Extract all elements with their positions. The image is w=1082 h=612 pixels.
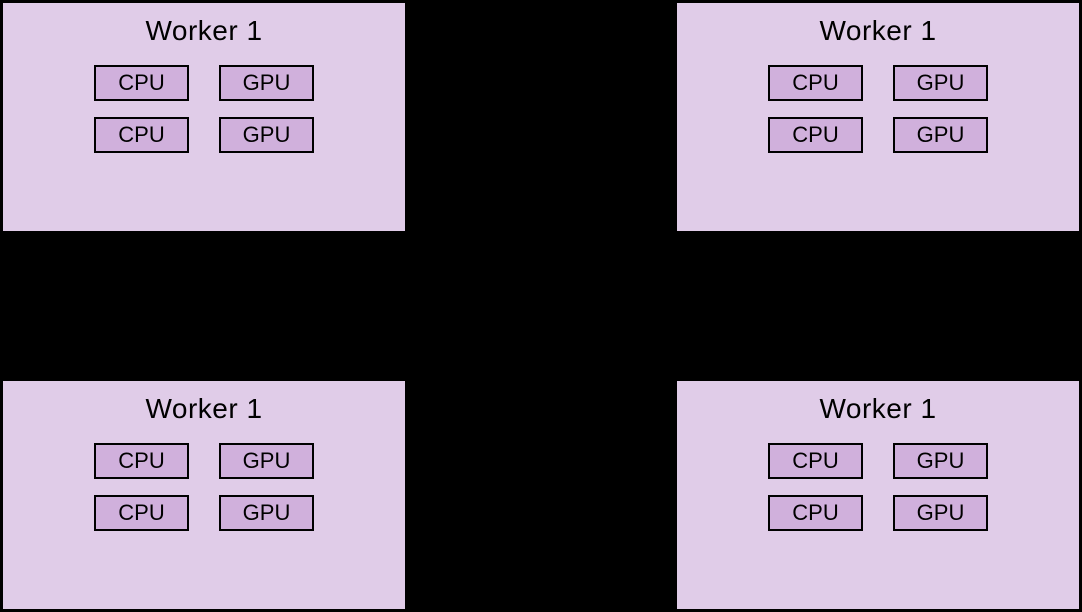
cpu-box: CPU: [768, 117, 863, 153]
worker-title: Worker 1: [145, 15, 262, 47]
unit-grid: CPU GPU CPU GPU: [768, 443, 988, 531]
gpu-box: GPU: [219, 117, 314, 153]
cpu-box: CPU: [768, 65, 863, 101]
gpu-box: GPU: [219, 495, 314, 531]
worker-box-0: Worker 1 CPU GPU CPU GPU: [0, 0, 408, 234]
unit-grid: CPU GPU CPU GPU: [94, 443, 314, 531]
worker-box-2: Worker 1 CPU GPU CPU GPU: [0, 378, 408, 612]
worker-title: Worker 1: [819, 393, 936, 425]
unit-grid: CPU GPU CPU GPU: [94, 65, 314, 153]
worker-box-3: Worker 1 CPU GPU CPU GPU: [674, 378, 1082, 612]
worker-title: Worker 1: [819, 15, 936, 47]
cpu-box: CPU: [94, 65, 189, 101]
cpu-box: CPU: [94, 495, 189, 531]
gpu-box: GPU: [893, 117, 988, 153]
worker-box-1: Worker 1 CPU GPU CPU GPU: [674, 0, 1082, 234]
gpu-box: GPU: [893, 443, 988, 479]
gpu-box: GPU: [219, 65, 314, 101]
cpu-box: CPU: [94, 117, 189, 153]
gpu-box: GPU: [893, 495, 988, 531]
cpu-box: CPU: [94, 443, 189, 479]
gpu-box: GPU: [893, 65, 988, 101]
cpu-box: CPU: [768, 495, 863, 531]
gpu-box: GPU: [219, 443, 314, 479]
cpu-box: CPU: [768, 443, 863, 479]
worker-title: Worker 1: [145, 393, 262, 425]
unit-grid: CPU GPU CPU GPU: [768, 65, 988, 153]
